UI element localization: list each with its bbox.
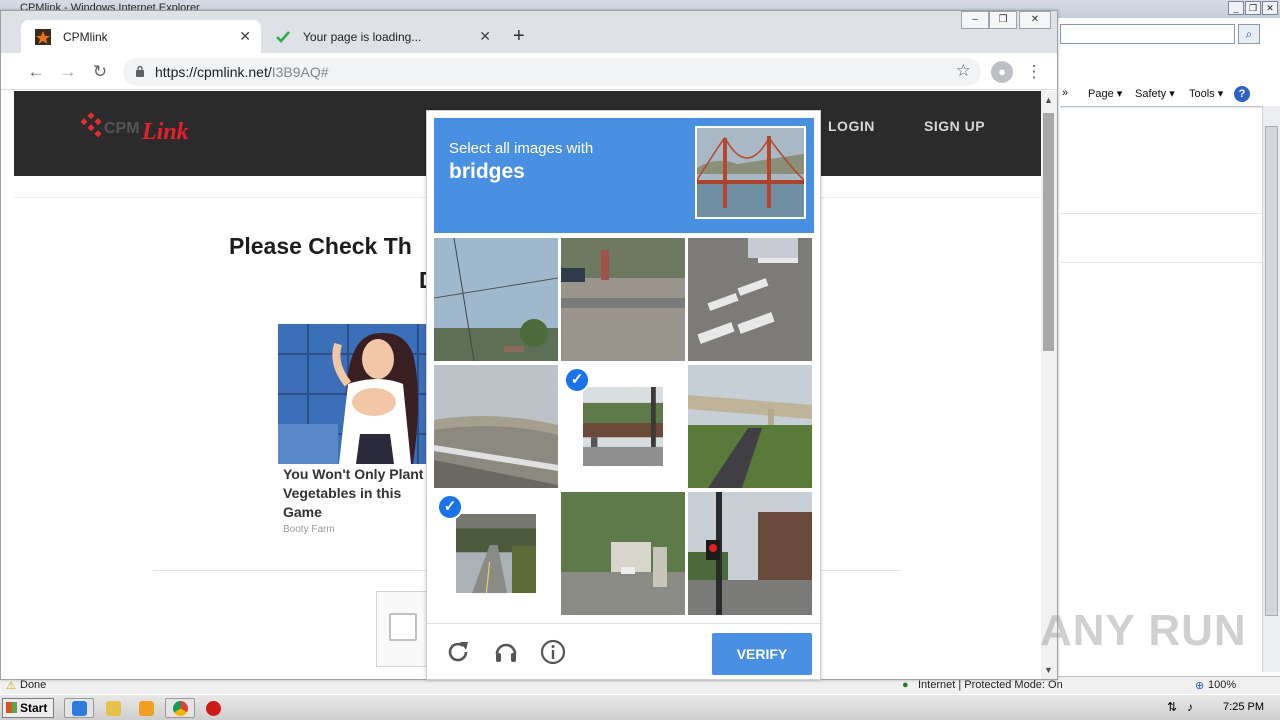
address-bar[interactable]: https://cpmlink.net/I3B9AQ# ☆: [123, 58, 981, 86]
recaptcha-checkbox[interactable]: [389, 613, 417, 641]
captcha-target: bridges: [449, 160, 525, 183]
windows-logo-icon: [6, 702, 17, 713]
ie-icon: [72, 701, 87, 716]
ad-image[interactable]: [278, 324, 438, 464]
url-path: I3B9AQ#: [271, 64, 329, 80]
tab-close-icon[interactable]: ✕: [479, 28, 491, 45]
taskbar-ie[interactable]: [64, 698, 94, 718]
scroll-up-icon[interactable]: ▲: [1044, 95, 1053, 105]
scroll-down-icon[interactable]: ▼: [1044, 665, 1053, 675]
taskbar-opera[interactable]: [198, 698, 228, 718]
tab-cpmlink[interactable]: CPMlink ✕: [21, 20, 261, 53]
search-icon[interactable]: ⌕: [1238, 24, 1260, 44]
profile-avatar-icon[interactable]: ●: [991, 61, 1013, 83]
captcha-tile-4[interactable]: [434, 365, 558, 488]
ie-page-menu[interactable]: Page ▾: [1088, 87, 1122, 100]
speaker-icon[interactable]: ♪: [1187, 700, 1193, 714]
taskbar-media[interactable]: [131, 698, 161, 718]
ie-search-input[interactable]: [1060, 24, 1235, 44]
captcha-header: Select all images with bridges: [434, 118, 814, 233]
new-tab-button[interactable]: +: [513, 25, 525, 48]
system-tray: ⇅ ♪ 7:25 PM: [1105, 695, 1280, 721]
reload-icon[interactable]: [444, 638, 472, 666]
back-icon[interactable]: ←: [25, 61, 47, 83]
cpmlink-logo[interactable]: CPM Link: [76, 109, 216, 149]
globe-icon: ●: [902, 679, 909, 691]
selected-check-icon: ✓: [437, 494, 463, 520]
ie-zone-text: Internet | Protected Mode: On: [918, 679, 1063, 691]
ie-tools-menu[interactable]: Tools ▾: [1189, 87, 1223, 100]
tab-strip: CPMlink ✕ Your page is loading... ✕ + ‒ …: [1, 11, 1057, 53]
captcha-prompt: Select all images with: [449, 140, 594, 157]
svg-text:Link: Link: [141, 119, 189, 145]
checkmark-favicon-icon: [276, 31, 290, 43]
ie-page-content: [1060, 106, 1262, 672]
url-host: https://cpmlink.net/: [155, 64, 272, 80]
audio-challenge-icon[interactable]: [492, 638, 520, 666]
nav-login[interactable]: LOGIN: [828, 118, 875, 134]
ie-cmd-arrow[interactable]: »: [1062, 87, 1068, 99]
reload-icon[interactable]: ↻: [89, 61, 111, 83]
nav-signup[interactable]: SIGN UP: [924, 118, 985, 134]
info-icon[interactable]: [539, 638, 567, 666]
captcha-tile-8[interactable]: [561, 492, 685, 615]
restore-icon[interactable]: ❐: [1245, 1, 1261, 15]
maximize-icon[interactable]: ❐: [989, 11, 1017, 29]
minimize-icon[interactable]: ‒: [961, 11, 989, 29]
verify-button[interactable]: VERIFY: [712, 633, 812, 675]
captcha-tile-9[interactable]: [688, 492, 812, 615]
folder-icon: [106, 701, 121, 716]
bookmark-star-icon[interactable]: ☆: [956, 61, 971, 81]
network-icon[interactable]: ⇅: [1167, 700, 1177, 714]
tab-label: Your page is loading...: [303, 30, 422, 44]
ie-scrollbar[interactable]: [1262, 106, 1280, 672]
ad-source[interactable]: Booty Farm: [283, 524, 335, 535]
page-title: Please Check Th: [229, 233, 412, 259]
page-scroll-thumb[interactable]: [1043, 113, 1054, 351]
ie-scroll-thumb[interactable]: [1265, 126, 1278, 616]
selected-check-icon: ✓: [564, 367, 590, 393]
close-icon[interactable]: ✕: [1019, 11, 1051, 29]
help-icon[interactable]: ?: [1234, 86, 1250, 102]
forward-icon[interactable]: →: [57, 61, 79, 83]
page-scrollbar[interactable]: ▲ ▼: [1041, 91, 1057, 679]
chrome-toolbar: ← → ↻ https://cpmlink.net/I3B9AQ# ☆ ● ⋮: [1, 53, 1057, 90]
captcha-tile-6[interactable]: [688, 365, 812, 488]
taskbar: Start ⇅ ♪ 7:25 PM: [0, 694, 1280, 720]
tab-label: CPMlink: [63, 30, 108, 44]
ie-zoom-text[interactable]: 100%: [1208, 679, 1236, 691]
url-text: https://cpmlink.net/I3B9AQ#: [155, 64, 329, 80]
menu-dots-icon[interactable]: ⋮: [1023, 61, 1045, 83]
captcha-sample-image: [695, 126, 806, 219]
captcha-challenge: Select all images with bridges ✓ ✓ VERIF…: [426, 110, 821, 680]
tab-close-icon[interactable]: ✕: [239, 28, 251, 45]
svg-text:CPM: CPM: [104, 120, 140, 137]
ie-safety-menu[interactable]: Safety ▾: [1135, 87, 1175, 100]
start-button[interactable]: Start: [2, 698, 54, 718]
star-favicon-icon: [35, 29, 51, 45]
media-player-icon: [139, 701, 154, 716]
zoom-icon: ⊕: [1195, 680, 1205, 692]
captcha-footer: VERIFY: [427, 623, 820, 679]
lock-icon: [136, 65, 144, 77]
captcha-tile-3[interactable]: [688, 238, 812, 361]
ie-status-text: Done: [20, 679, 47, 691]
clock[interactable]: 7:25 PM: [1223, 701, 1264, 713]
captcha-tile-2[interactable]: [561, 238, 685, 361]
taskbar-chrome[interactable]: [165, 698, 195, 718]
minimize-icon[interactable]: _: [1228, 1, 1244, 15]
ad-title[interactable]: You Won't Only Plant Vegetables in this …: [283, 465, 433, 522]
captcha-tile-1[interactable]: [434, 238, 558, 361]
chrome-icon: [173, 701, 188, 716]
taskbar-explorer[interactable]: [98, 698, 128, 718]
close-icon[interactable]: ✕: [1262, 1, 1278, 15]
start-label: Start: [20, 701, 48, 715]
anyrun-watermark: ANY RUN: [1040, 606, 1247, 655]
warning-icon: ⚠: [6, 680, 16, 692]
tab-loading[interactable]: Your page is loading... ✕: [261, 20, 501, 53]
opera-icon: [206, 701, 221, 716]
